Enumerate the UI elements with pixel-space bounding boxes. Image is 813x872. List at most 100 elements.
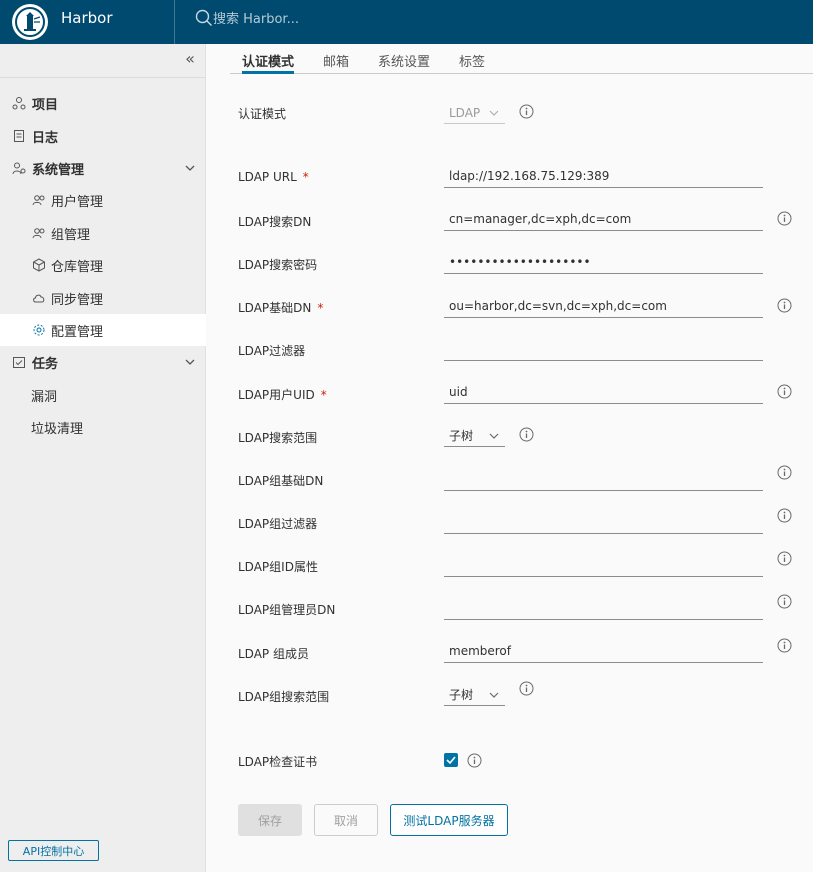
- checkmark-icon: [446, 756, 456, 765]
- sidebar: « 项目 日志 系统管理 用户管理 组管理 仓库管理 同步管理 配置管理 任务: [0, 44, 206, 872]
- sidebar-item-label: 系统管理: [32, 162, 85, 178]
- global-search-input[interactable]: [213, 9, 513, 29]
- sidebar-item-vulnerability[interactable]: 漏洞: [0, 379, 206, 411]
- sidebar-item-label: 任务: [32, 356, 59, 372]
- tab-auth[interactable]: 认证模式: [242, 51, 295, 74]
- sidebar-item-label: 项目: [32, 97, 59, 113]
- ldap-search-dn-input[interactable]: [444, 208, 763, 230]
- header-divider: [174, 0, 175, 44]
- chevron-down-icon[interactable]: [184, 356, 196, 368]
- ldap-group-gid-input[interactable]: [444, 554, 763, 576]
- ldap-base-dn-input[interactable]: [444, 295, 763, 317]
- ldap-search-password-input[interactable]: [444, 251, 763, 273]
- sidebar-item-label: 日志: [32, 130, 59, 146]
- admin-users-icon: [12, 162, 26, 175]
- app-header: Harbor: [0, 0, 813, 44]
- harbor-logo[interactable]: [12, 4, 48, 40]
- ldap-group-gid-field: [444, 554, 763, 577]
- ldap-base-dn-label: LDAP基础DN *: [238, 301, 324, 315]
- ldap-group-admin-dn-input[interactable]: [444, 597, 763, 619]
- tab-email[interactable]: 邮箱: [323, 51, 349, 73]
- info-icon[interactable]: [777, 551, 792, 566]
- ldap-uid-field: [444, 381, 763, 404]
- ldap-verify-cert-label: LDAP检查证书: [238, 755, 318, 769]
- chevron-down-icon: [489, 433, 499, 439]
- ldap-group-base-dn-label: LDAP组基础DN: [238, 474, 324, 488]
- sidebar-item-group-management[interactable]: 组管理: [0, 217, 206, 249]
- sidebar-item-registry-management[interactable]: 仓库管理: [0, 249, 206, 281]
- calendar-check-icon: [13, 357, 25, 368]
- tab-system-settings[interactable]: 系统设置: [378, 51, 430, 73]
- ldap-filter-input[interactable]: [444, 338, 763, 360]
- sidebar-item-label: 用户管理: [51, 194, 104, 210]
- ldap-scope-label: LDAP搜索范围: [238, 431, 318, 445]
- info-icon[interactable]: [777, 508, 792, 523]
- ldap-url-field: [444, 165, 763, 188]
- save-button[interactable]: 保存: [238, 804, 302, 836]
- ldap-group-gid-label: LDAP组ID属性: [238, 560, 318, 574]
- test-ldap-server-button[interactable]: 测试LDAP服务器: [390, 804, 508, 836]
- ldap-group-scope-label: LDAP组搜索范围: [238, 690, 330, 704]
- sidebar-item-tasks[interactable]: 任务: [0, 346, 206, 378]
- ldap-group-membership-label: LDAP 组成员: [238, 647, 309, 661]
- sidebar-item-label: 组管理: [51, 227, 91, 243]
- sidebar-item-configuration[interactable]: 配置管理: [0, 314, 206, 346]
- auth-mode-value: LDAP: [449, 105, 481, 120]
- ldap-group-base-dn-input[interactable]: [444, 468, 763, 490]
- info-icon[interactable]: [777, 211, 792, 226]
- sidebar-item-logs[interactable]: 日志: [0, 120, 206, 152]
- info-icon[interactable]: [519, 427, 534, 442]
- info-icon[interactable]: [777, 465, 792, 480]
- ldap-group-membership-field: [444, 640, 763, 663]
- info-icon[interactable]: [777, 298, 792, 313]
- chevron-down-icon[interactable]: [184, 162, 196, 174]
- ldap-verify-cert-checkbox[interactable]: [444, 753, 458, 767]
- cloud-icon: [33, 294, 45, 303]
- ldap-group-filter-input[interactable]: [444, 511, 763, 533]
- ldap-group-admin-dn-field: [444, 597, 763, 620]
- info-icon[interactable]: [467, 753, 482, 768]
- sidebar-item-garbage-collection[interactable]: 垃圾清理: [0, 411, 206, 443]
- sidebar-divider: [0, 77, 206, 78]
- projects-icon: [12, 97, 26, 110]
- ldap-url-input[interactable]: [444, 165, 763, 187]
- ldap-base-dn-field: [444, 295, 763, 318]
- ldap-filter-field: [444, 338, 763, 361]
- chevron-down-icon: [489, 110, 499, 116]
- ldap-scope-select[interactable]: 子树: [444, 425, 505, 447]
- group-icon: [32, 228, 45, 239]
- box-icon: [33, 258, 45, 272]
- info-icon[interactable]: [777, 594, 792, 609]
- sidebar-item-projects[interactable]: 项目: [0, 87, 206, 119]
- sidebar-item-replication[interactable]: 同步管理: [0, 282, 206, 314]
- sidebar-item-label: 同步管理: [51, 292, 104, 308]
- collapse-sidebar-icon[interactable]: «: [180, 51, 200, 69]
- auth-mode-select[interactable]: LDAP: [444, 102, 505, 124]
- ldap-filter-label: LDAP过滤器: [238, 344, 306, 358]
- api-explorer-button[interactable]: API控制中心: [8, 840, 99, 861]
- config-tabs: 认证模式 邮箱 系统设置 标签: [230, 44, 813, 74]
- ldap-uid-label: LDAP用户UID *: [238, 388, 327, 402]
- sidebar-item-system-admin[interactable]: 系统管理: [0, 152, 206, 184]
- sidebar-item-label: 仓库管理: [51, 259, 104, 275]
- ldap-uid-input[interactable]: [444, 381, 763, 403]
- cancel-button[interactable]: 取消: [314, 804, 378, 836]
- document-icon: [14, 130, 24, 142]
- required-marker: *: [320, 388, 327, 402]
- info-icon[interactable]: [519, 681, 534, 696]
- ldap-search-dn-field: [444, 208, 763, 231]
- required-marker: *: [302, 170, 309, 184]
- auth-mode-label: 认证模式: [238, 107, 287, 121]
- info-icon[interactable]: [519, 104, 534, 119]
- ldap-group-base-dn-field: [444, 468, 763, 491]
- info-icon[interactable]: [777, 638, 792, 653]
- ldap-group-membership-input[interactable]: [444, 640, 763, 662]
- info-icon[interactable]: [777, 384, 792, 399]
- search-icon[interactable]: [195, 9, 213, 27]
- ldap-search-dn-label: LDAP搜索DN: [238, 215, 312, 229]
- ldap-group-scope-select[interactable]: 子树: [444, 684, 505, 706]
- sidebar-item-label: 漏洞: [31, 389, 58, 405]
- tab-labels[interactable]: 标签: [459, 51, 485, 73]
- ldap-group-admin-dn-label: LDAP组管理员DN: [238, 603, 336, 617]
- sidebar-item-user-management[interactable]: 用户管理: [0, 184, 206, 216]
